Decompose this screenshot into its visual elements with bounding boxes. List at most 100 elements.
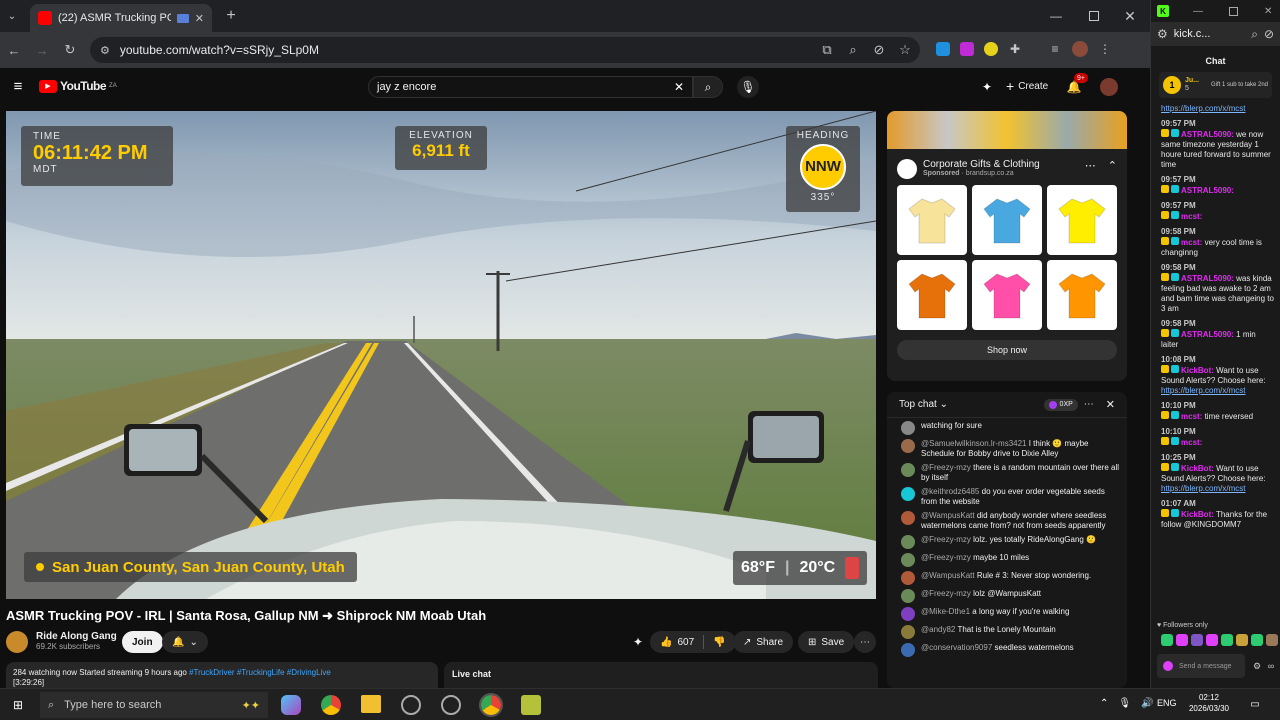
kick-msg-user[interactable]: ASTRAL5090: <box>1181 330 1234 339</box>
chat-author[interactable]: @andy82 <box>921 625 955 634</box>
kick-msg-link[interactable]: https://blerp.com/x/mcst <box>1161 386 1274 396</box>
xp-badge[interactable]: 0XP <box>1043 398 1078 411</box>
top-chat-dropdown[interactable]: Top chat ⌄ <box>899 399 1038 410</box>
chrome-active-app-icon[interactable] <box>479 693 503 717</box>
sparkle-ask-icon[interactable]: ✦ <box>630 634 646 650</box>
browser-tab[interactable]: (22) ASMR Trucking POV - I ✕ <box>30 4 212 32</box>
search-input[interactable]: jay z encore ✕ <box>368 76 693 98</box>
chat-avatar[interactable] <box>901 625 915 639</box>
emote-3-icon[interactable] <box>1191 634 1203 646</box>
kick-settings-icon[interactable]: ⚙ <box>1251 660 1263 672</box>
install-app-icon[interactable]: ⧉ <box>818 41 836 59</box>
clear-search-icon[interactable]: ✕ <box>674 80 684 94</box>
kick-msg-user[interactable]: ASTRAL5090: <box>1181 274 1234 283</box>
kick-site-info-icon[interactable]: ⚙ <box>1157 27 1168 41</box>
ad-product-shirt[interactable] <box>897 260 967 330</box>
window-close-icon[interactable]: ✕ <box>1121 7 1139 25</box>
kick-first-link[interactable]: https://blerp.com/x/mcst <box>1161 104 1274 114</box>
emote-2-icon[interactable] <box>1176 634 1188 646</box>
kick-minimize-icon[interactable]: — <box>1193 6 1203 17</box>
minecraft-app-icon[interactable] <box>521 695 541 715</box>
more-actions-button[interactable]: ⋯ <box>854 631 876 653</box>
kick-msg-user[interactable]: KickBot: <box>1181 366 1214 375</box>
chat-author[interactable]: @Freezy-mzy <box>921 535 971 544</box>
youtube-logo[interactable]: ▶ YouTube ZA <box>39 79 117 93</box>
maximize-icon[interactable] <box>1089 11 1099 21</box>
kick-emoji-icon[interactable]: ∞ <box>1265 660 1277 672</box>
speaker-icon[interactable]: 🔊 <box>1141 698 1153 709</box>
share-button[interactable]: ↗ Share <box>733 631 794 653</box>
live-chat-tab[interactable]: Live chat <box>444 662 878 688</box>
emote-4-icon[interactable] <box>1206 634 1218 646</box>
chat-author[interactable]: @Freezy-mzy <box>921 589 971 598</box>
kick-msg-user[interactable]: KickBot: <box>1181 510 1214 519</box>
channel-name[interactable]: Ride Along Gang <box>36 631 117 642</box>
kick-msg-user[interactable]: mcst: <box>1181 212 1202 221</box>
chat-author[interactable]: @Samuelwilkinson.lr-ms3421 <box>921 439 1027 448</box>
emote-1-icon[interactable] <box>1161 634 1173 646</box>
extension-1-icon[interactable] <box>936 42 950 56</box>
tray-chevron-icon[interactable]: ⌃ <box>1100 698 1108 709</box>
back-icon[interactable]: ← <box>3 39 25 61</box>
extension-2-icon[interactable] <box>960 42 974 56</box>
microphone-tray-icon[interactable]: 🎙 <box>1118 698 1131 709</box>
taskbar-search-input[interactable]: ⌕ Type here to search ✦✦ <box>40 692 268 718</box>
kick-maximize-icon[interactable] <box>1229 6 1238 16</box>
kick-close-icon[interactable]: ✕ <box>1264 6 1272 17</box>
emote-5-icon[interactable] <box>1221 634 1233 646</box>
kick-msg-user[interactable]: ASTRAL5090: <box>1181 130 1234 139</box>
ad-product-shirt[interactable] <box>897 185 967 255</box>
thumbs-down-icon[interactable]: 👎 <box>713 637 725 648</box>
tab-search-chevron-icon[interactable]: ⌄ <box>4 8 20 24</box>
join-button[interactable]: Join <box>122 631 163 653</box>
start-windows-icon[interactable]: ⊞ <box>10 697 26 713</box>
kick-msg-user[interactable]: KickBot: <box>1181 464 1214 473</box>
chat-author[interactable]: @keithrodz6485 <box>921 487 979 496</box>
extension-3-icon[interactable] <box>984 42 998 56</box>
zoom-icon[interactable]: ⌕ <box>844 41 862 59</box>
ad-product-shirt[interactable] <box>972 185 1042 255</box>
save-button[interactable]: ⊞ Save <box>798 631 855 653</box>
kick-msg-user[interactable]: mcst: <box>1181 438 1202 447</box>
chat-author[interactable]: @WampusKatt <box>921 571 975 580</box>
kick-msg-user[interactable]: mcst: <box>1181 412 1202 421</box>
channel-avatar[interactable] <box>6 631 28 653</box>
ad-more-icon[interactable]: ⋯ <box>1085 159 1096 172</box>
voice-search-button[interactable]: 🎙 <box>737 76 759 98</box>
hide-eye-icon[interactable]: ⊘ <box>870 41 888 59</box>
chat-avatar[interactable] <box>901 553 915 567</box>
account-avatar[interactable] <box>1100 78 1118 96</box>
chat-avatar[interactable] <box>901 607 915 621</box>
emote-6-icon[interactable] <box>1236 634 1248 646</box>
reload-icon[interactable]: ↻ <box>59 39 81 61</box>
ad-product-shirt[interactable] <box>1047 185 1117 255</box>
chat-avatar[interactable] <box>901 439 915 453</box>
chat-avatar[interactable] <box>901 535 915 549</box>
chat-avatar[interactable] <box>901 421 915 435</box>
language-indicator[interactable]: ENG <box>1157 698 1177 708</box>
video-player[interactable]: TIME 06:11:42 PM MDT ELEVATION 6,911 ft … <box>6 111 876 599</box>
emote-8-icon[interactable] <box>1266 634 1278 646</box>
address-bar[interactable]: ⚙ youtube.com/watch?v=sSRjy_SLp0M <box>90 37 920 63</box>
ad-collapse-icon[interactable]: ⌃ <box>1108 159 1117 172</box>
kick-msg-user[interactable]: ASTRAL5090: <box>1181 186 1234 195</box>
chat-avatar[interactable] <box>901 463 915 477</box>
kick-gift-leaderboard[interactable]: 1 Ju... 5 Gift 1 sub to take 2nd <box>1159 72 1272 98</box>
chat-author[interactable]: @Mike-Dthe1 <box>921 607 970 616</box>
minimize-icon[interactable]: — <box>1046 8 1066 24</box>
chrome-app-icon[interactable] <box>321 695 341 715</box>
search-button[interactable]: ⌕ <box>693 76 723 98</box>
chat-avatar[interactable] <box>901 589 915 603</box>
forward-icon[interactable]: → <box>31 39 53 61</box>
subscribed-bell-button[interactable]: 🔔 ⌄ <box>162 631 208 653</box>
kick-emote-bar[interactable] <box>1161 634 1278 646</box>
taskbar-clock[interactable]: 02:12 2026/03/30 <box>1185 692 1233 714</box>
reading-list-icon[interactable]: ≡ <box>1048 42 1062 56</box>
create-button[interactable]: + Create <box>1006 78 1048 94</box>
chat-avatar[interactable] <box>901 511 915 525</box>
description-box[interactable]: 284 watching now Started streaming 9 hou… <box>6 662 438 688</box>
extensions-puzzle-icon[interactable]: ✚ <box>1008 42 1022 56</box>
chat-author[interactable]: @conservation9097 <box>921 643 992 652</box>
hamburger-menu-icon[interactable]: ≡ <box>10 78 26 95</box>
browser-menu-icon[interactable]: ⋮ <box>1098 42 1112 56</box>
